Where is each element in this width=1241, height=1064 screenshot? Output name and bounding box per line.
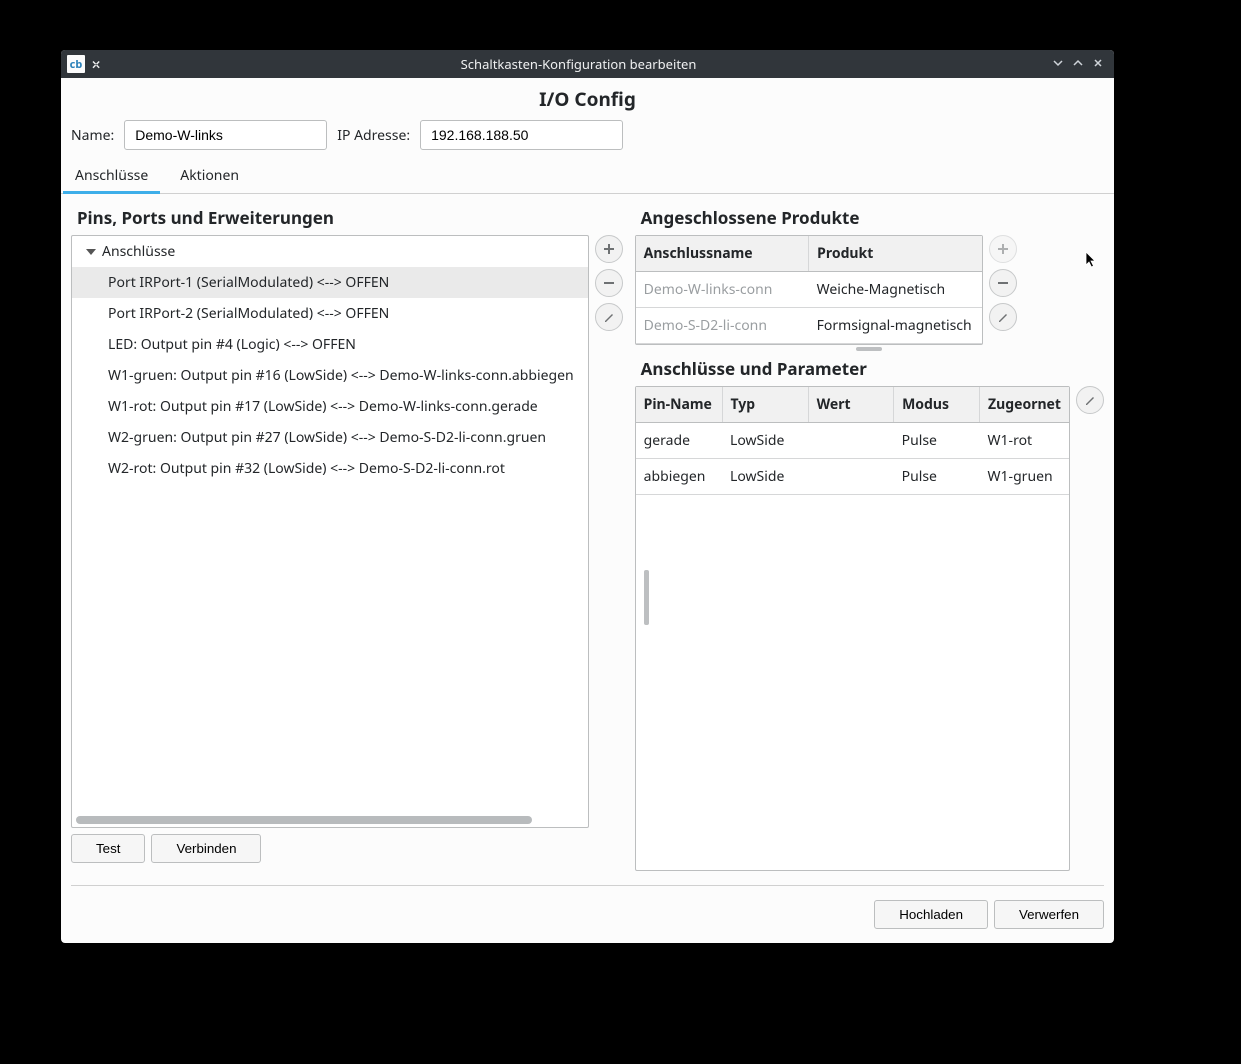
edit-param-button[interactable] xyxy=(1076,386,1104,414)
form-row: Name: IP Adresse: xyxy=(61,116,1114,160)
remove-connection-button[interactable] xyxy=(595,269,623,297)
tree-side-buttons xyxy=(595,235,623,828)
tree-item[interactable]: Port IRPort-1 (SerialModulated) <--> OFF… xyxy=(72,267,588,298)
close-icon[interactable] xyxy=(1088,56,1108,73)
tabs: Anschlüsse Aktionen xyxy=(61,160,1114,194)
edit-product-button[interactable] xyxy=(989,303,1017,331)
cell-type: LowSide xyxy=(722,423,808,459)
add-product-button[interactable] xyxy=(989,235,1017,263)
scrollbar-horizontal[interactable] xyxy=(74,815,586,825)
cell-pin: gerade xyxy=(636,423,722,459)
cell-type: LowSide xyxy=(722,459,808,495)
params-col-mode[interactable]: Modus xyxy=(894,387,980,423)
name-input[interactable] xyxy=(124,120,327,150)
chevron-down-icon xyxy=(86,249,96,255)
cell-connection: Demo-S-D2-li-conn xyxy=(636,308,809,344)
maximize-icon[interactable] xyxy=(1068,56,1088,73)
connections-tree: Anschlüsse Port IRPort-1 (SerialModulate… xyxy=(71,235,589,828)
cell-mode: Pulse xyxy=(894,459,980,495)
products-table-box: Anschlussname Produkt Demo-W-links-conn … xyxy=(635,235,983,345)
footer: Hochladen Verwerfen xyxy=(61,886,1114,943)
products-col-product[interactable]: Produkt xyxy=(809,236,982,272)
products-side-buttons xyxy=(989,235,1017,345)
params-col-assigned[interactable]: Zugeornet xyxy=(980,387,1069,423)
params-col-value[interactable]: Wert xyxy=(808,387,893,423)
cell-value xyxy=(808,459,893,495)
main-window: cb ✛ Schaltkasten-Konfiguration bearbeit… xyxy=(61,50,1114,943)
left-panel: Pins, Ports und Erweiterungen Anschlüsse… xyxy=(71,202,623,871)
edit-connection-button[interactable] xyxy=(595,303,623,331)
table-row[interactable]: Demo-W-links-conn Weiche-Magnetisch xyxy=(636,272,982,308)
tree-item[interactable]: W1-rot: Output pin #17 (LowSide) <--> De… xyxy=(72,391,588,422)
cell-pin: abbiegen xyxy=(636,459,722,495)
vertical-splitter[interactable] xyxy=(635,345,1104,357)
tree-item[interactable]: Port IRPort-2 (SerialModulated) <--> OFF… xyxy=(72,298,588,329)
tree-root[interactable]: Anschlüsse xyxy=(72,236,588,267)
add-connection-button[interactable] xyxy=(595,235,623,263)
params-table-box: Pin-Name Typ Wert Modus Zugeornet gerade… xyxy=(635,386,1070,871)
tree-item[interactable]: W2-gruen: Output pin #27 (LowSide) <--> … xyxy=(72,422,588,453)
tree-item[interactable]: W2-rot: Output pin #32 (LowSide) <--> De… xyxy=(72,453,588,484)
tree-item[interactable]: W1-gruen: Output pin #16 (LowSide) <--> … xyxy=(72,360,588,391)
connect-button[interactable]: Verbinden xyxy=(151,834,261,863)
discard-button[interactable]: Verwerfen xyxy=(994,900,1104,929)
ip-label: IP Adresse: xyxy=(337,126,410,145)
products-title: Angeschlossene Produkte xyxy=(641,206,1104,229)
cell-value xyxy=(808,423,893,459)
pin-icon[interactable]: ✛ xyxy=(86,54,105,73)
scrollbar-thumb[interactable] xyxy=(76,816,532,824)
remove-product-button[interactable] xyxy=(989,269,1017,297)
upload-button[interactable]: Hochladen xyxy=(874,900,988,929)
tab-actions[interactable]: Aktionen xyxy=(176,160,243,193)
products-col-connection[interactable]: Anschlussname xyxy=(636,236,809,272)
splitter-handle-icon xyxy=(856,347,882,351)
tree-root-label: Anschlüsse xyxy=(102,242,175,261)
ip-input[interactable] xyxy=(420,120,623,150)
horizontal-splitter[interactable] xyxy=(644,570,649,625)
cell-connection: Demo-W-links-conn xyxy=(636,272,809,308)
params-col-type[interactable]: Typ xyxy=(722,387,808,423)
table-row[interactable]: abbiegen LowSide Pulse W1-gruen xyxy=(636,459,1069,495)
cell-assigned: W1-rot xyxy=(980,423,1069,459)
params-side-buttons xyxy=(1076,386,1104,871)
table-row[interactable]: Demo-S-D2-li-conn Formsignal-magnetisch xyxy=(636,308,982,344)
app-icon: cb xyxy=(67,55,85,73)
test-button[interactable]: Test xyxy=(71,834,145,863)
table-row[interactable]: gerade LowSide Pulse W1-rot xyxy=(636,423,1069,459)
left-panel-title: Pins, Ports und Erweiterungen xyxy=(77,206,623,229)
params-col-pin[interactable]: Pin-Name xyxy=(636,387,722,423)
cell-product: Weiche-Magnetisch xyxy=(809,272,982,308)
cell-assigned: W1-gruen xyxy=(980,459,1069,495)
cell-mode: Pulse xyxy=(894,423,980,459)
tab-connections[interactable]: Anschlüsse xyxy=(71,160,152,193)
left-button-row: Test Verbinden xyxy=(71,828,623,871)
titlebar: cb ✛ Schaltkasten-Konfiguration bearbeit… xyxy=(61,50,1114,78)
content-area: Pins, Ports und Erweiterungen Anschlüsse… xyxy=(61,194,1114,871)
page-title: I/O Config xyxy=(61,78,1114,116)
minimize-icon[interactable] xyxy=(1048,56,1068,73)
params-title: Anschlüsse und Parameter xyxy=(641,357,1104,380)
name-label: Name: xyxy=(71,126,114,145)
tree-item[interactable]: LED: Output pin #4 (Logic) <--> OFFEN xyxy=(72,329,588,360)
window-title: Schaltkasten-Konfiguration bearbeiten xyxy=(109,55,1048,73)
right-panel: Angeschlossene Produkte Anschlussname Pr… xyxy=(635,202,1104,871)
cell-product: Formsignal-magnetisch xyxy=(809,308,982,344)
